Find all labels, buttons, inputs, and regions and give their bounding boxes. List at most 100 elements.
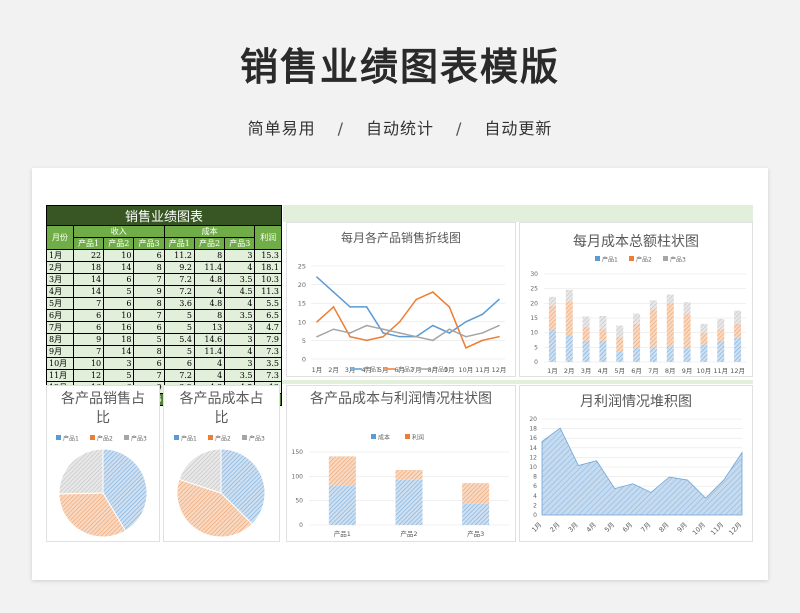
table-cell: 7 [133,369,165,382]
header-profit: 利润 [254,225,282,250]
table-cell: 4.8 [193,273,226,286]
table-cell: 7.2 [163,273,195,286]
table-cell: 6 [133,357,165,370]
table-cell: 16 [103,321,135,334]
legend-swatch [405,434,410,439]
data-point [398,332,401,334]
y-tick-label: 18 [529,426,537,433]
legend-label: 产品2 [215,435,231,443]
table-cell: 6 [133,321,165,334]
legend-label: 产品3 [249,435,265,443]
table-cell: 14 [72,285,105,298]
x-tick-label: 10月 [459,366,474,374]
legend-label: 产品1 [181,435,197,443]
x-tick-label: 7月 [639,521,652,534]
y-tick-label: 10 [529,464,537,471]
x-tick-label: 2月 [328,366,339,374]
header-cost: 成本 [163,225,256,238]
bar-segment [548,329,556,362]
table-cell: 4 [193,285,226,298]
table-cell: 8 [193,309,226,322]
table-row: 6月 6 10 7 5 8 3.5 6.5 [46,309,282,322]
bar-segment [599,329,607,341]
legend-swatch [371,434,376,439]
y-tick-label: 20 [530,300,538,307]
x-tick-label: 产品1 [334,529,351,538]
data-point [432,291,434,293]
legend-label: 产品1 [63,435,79,443]
table-cell: 5 [133,333,165,346]
legend-swatch [595,256,600,261]
legend-label: 产品2 [636,256,652,264]
table-cell: 18.1 [254,261,282,274]
legend-swatch [124,435,129,440]
y-tick-label: 4 [533,493,537,500]
x-tick-label: 4月 [585,521,598,534]
table-cell: 13 [193,321,226,334]
data-point [349,306,351,308]
profit-bar-chart: 0 50 100 150 产品1 产品2 产品3 成本 利润 [292,434,509,538]
x-tick-label: 产品2 [400,529,417,538]
header-product: 产品2 [193,237,226,250]
sales-pie-panel: 各产品销售占比 产品1 产品2 产品3 [46,385,160,542]
table-cell: 6 [133,249,165,262]
x-tick-label: 9月 [682,367,693,375]
table-cell: 10 [103,249,135,262]
bar-segment [700,332,708,345]
cost-bar-panel: 每月成本总额柱状图 0 5 10 15 20 25 30 1月 2月 3月 4月 5月 6月 7月 8月 9月… [519,222,753,377]
bar-segment [649,309,657,348]
x-tick-label: 11月 [709,521,725,537]
legend-swatch [56,435,61,440]
table-cell: 3.5 [224,273,256,286]
y-tick-label: 0 [534,359,538,366]
data-point [316,276,318,278]
table-row: 4月 14 5 9 7.2 4 4.5 11.3 [46,285,282,298]
cost-pie-panel: 各产品成本占比 产品1 产品2 产品3 [163,385,280,542]
bar-segment [599,340,607,362]
table-cell: 6.5 [254,309,282,322]
data-point [398,335,401,338]
bar-segment [734,310,742,324]
data-point [365,324,368,327]
bar-segment [565,289,573,302]
table-row: 11月 12 5 7 7.2 4 3.5 7.3 [46,369,282,382]
legend-label: 成本 [378,434,390,442]
table-cell: 8 [133,261,165,274]
x-tick-label: 产品3 [467,529,484,538]
data-point [382,328,384,331]
table-row: 2月 18 14 8 9.2 11.4 4 18.1 [46,261,282,274]
bar-segment [548,296,556,306]
table-cell: 5 [163,345,195,358]
table-cell: 14.6 [193,333,226,346]
data-point [332,328,335,331]
bar-segment [582,316,590,327]
header-product: 产品3 [133,237,165,250]
bar-segment [616,351,624,362]
data-point [465,347,467,349]
legend-swatch [174,435,179,440]
data-point [332,291,335,293]
x-tick-label: 3月 [567,521,580,534]
x-tick-label: 11月 [475,366,490,374]
bar-segment [582,326,590,341]
bar-segment [395,470,423,480]
bar-segment [683,347,691,362]
table-cell: 11.4 [193,345,226,358]
y-tick-label: 25 [530,286,538,293]
table-cell: 7.2 [163,369,195,382]
table-cell: 14 [103,261,135,274]
table-cell: 6 [103,297,135,310]
table-cell: 8月 [46,333,74,346]
table-cell: 7.2 [163,285,195,298]
x-tick-label: 12月 [727,521,743,537]
table-cell: 3.5 [254,357,282,370]
table-cell: 3.6 [163,297,195,310]
table-cell: 9 [133,285,165,298]
table-cell: 5 [103,285,135,298]
subtitle-sep: / [456,119,463,138]
x-tick-label: 9月 [676,521,689,534]
subtitle-sep: / [337,119,344,138]
bar-segment [565,301,573,336]
x-tick-label: 4月 [598,367,609,375]
table-cell: 5 [103,369,135,382]
